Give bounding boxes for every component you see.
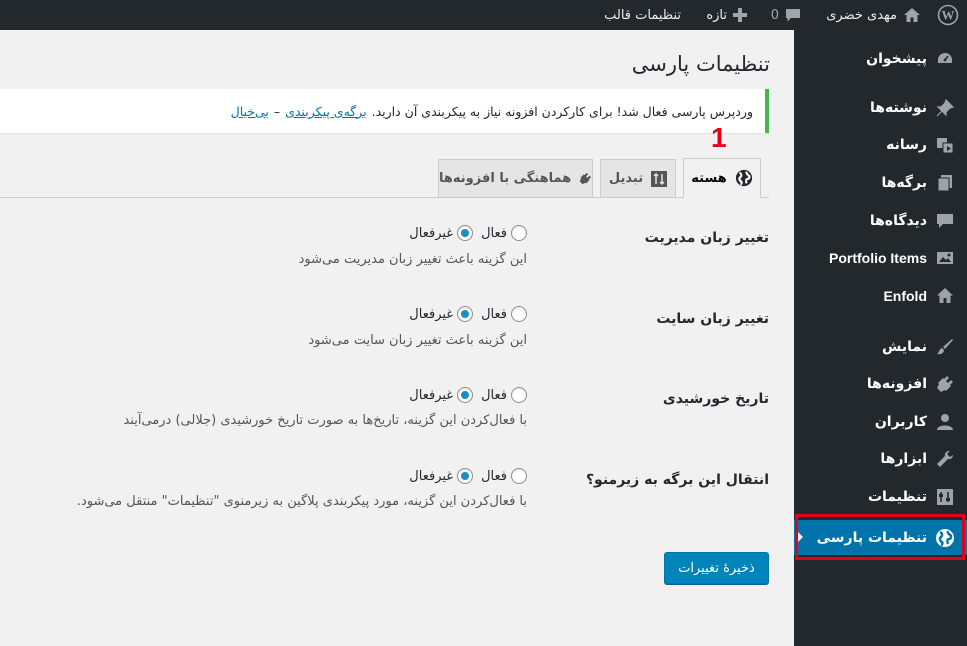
sidebar-item-label: برگه‌ها bbox=[881, 175, 927, 191]
globe-icon bbox=[735, 169, 752, 187]
plus-icon bbox=[733, 8, 747, 22]
sidebar-item-label: Portfolio Items bbox=[828, 250, 927, 266]
sidebar-item-pages[interactable]: برگه‌ها bbox=[794, 166, 967, 200]
svg-text:W: W bbox=[942, 8, 955, 23]
sidebar-item-label: Enfold bbox=[883, 288, 927, 304]
radio-off-label: غیرفعال bbox=[409, 306, 454, 322]
tab-convert[interactable]: تبدیل bbox=[600, 159, 676, 198]
notice-separator: – bbox=[273, 103, 281, 119]
sidebar-item-tools[interactable]: ابزارها bbox=[794, 442, 967, 476]
setting-label: تغییر زبان سایت bbox=[656, 311, 769, 327]
radio-on-label: فعال bbox=[481, 468, 507, 484]
setting-description: با فعال‌کردن این گزینه، مورد پیکربندی پل… bbox=[76, 494, 527, 509]
radio-off[interactable] bbox=[457, 387, 474, 403]
wordpress-icon: W bbox=[937, 4, 959, 26]
radio-on-label: فعال bbox=[481, 387, 507, 403]
dashboard-icon bbox=[935, 49, 955, 69]
radio-off-label: غیرفعال bbox=[409, 468, 454, 484]
sidebar-item-appearance[interactable]: نمایش bbox=[794, 330, 967, 364]
radio-group: فعال غیرفعال bbox=[393, 385, 527, 405]
radio-off[interactable] bbox=[457, 306, 474, 322]
notice-text: وردپرس پارسی فعال شد! برای کارکردن افزون… bbox=[371, 103, 753, 119]
comment-icon bbox=[786, 8, 800, 21]
sidebar-item-label: پیشخوان bbox=[866, 51, 927, 67]
radio-on[interactable] bbox=[511, 468, 527, 484]
radio-group: فعال غیرفعال bbox=[393, 223, 527, 243]
site-name-link[interactable]: مهدی خضری bbox=[826, 0, 921, 30]
setting-description: با فعال‌کردن این گزینه، تاریخ‌ها به صورت… bbox=[123, 413, 527, 428]
sidebar-item-label: افزونه‌ها bbox=[866, 376, 927, 392]
sidebar-item-posts[interactable]: نوشته‌ها bbox=[794, 91, 967, 125]
portfolio-icon bbox=[935, 248, 955, 268]
radio-group: فعال غیرفعال bbox=[393, 304, 527, 324]
setting-label: تغییر زبان مدیریت bbox=[644, 230, 769, 246]
home-icon bbox=[935, 286, 955, 306]
tab-label: هماهنگی با افزونه‌ها bbox=[439, 171, 572, 186]
wrench-icon bbox=[935, 449, 955, 469]
radio-off-label: غیرفعال bbox=[409, 225, 454, 241]
radio-off[interactable] bbox=[457, 468, 474, 484]
convert-icon bbox=[651, 170, 668, 187]
setting-description: این گزینه باعث تغییر زبان مدیریت می‌شود bbox=[298, 252, 527, 267]
comments-count: 0 bbox=[770, 7, 779, 23]
admin-bar: W مهدی خضری 0 تازه تنظیمات قالب bbox=[0, 0, 967, 30]
dismiss-link[interactable]: بی‌خیال bbox=[231, 104, 269, 119]
sidebar-item-media[interactable]: رسانه bbox=[794, 128, 967, 162]
users-icon bbox=[935, 412, 955, 432]
comments-icon bbox=[935, 211, 955, 231]
page-title: تنظیمات پارسی bbox=[631, 52, 770, 76]
sidebar-item-settings[interactable]: تنظیمات bbox=[794, 480, 967, 514]
sidebar-item-dashboard[interactable]: پیشخوان bbox=[794, 42, 967, 76]
pin-icon bbox=[935, 98, 955, 118]
sidebar-item-portfolio-items[interactable]: Portfolio Items bbox=[794, 241, 967, 275]
sidebar-item-label: نمایش bbox=[882, 339, 927, 355]
new-label: تازه bbox=[706, 7, 727, 23]
brush-icon bbox=[935, 337, 955, 357]
sidebar-item-label: تنظیمات bbox=[867, 489, 927, 505]
comments-link[interactable]: 0 bbox=[771, 0, 801, 30]
new-content-link[interactable]: تازه bbox=[706, 0, 747, 30]
tab-label: هسته bbox=[691, 170, 727, 186]
sidebar-item-label: دیدگاه‌ها bbox=[869, 213, 927, 229]
theme-settings-label: تنظیمات قالب bbox=[604, 7, 681, 23]
tab-plugin-compat[interactable]: هماهنگی با افزونه‌ها bbox=[438, 159, 593, 198]
radio-group: فعال غیرفعال bbox=[393, 466, 527, 486]
config-page-link[interactable]: برگه‌ی پیکربندی bbox=[285, 104, 366, 119]
sidebar-item-label: رسانه bbox=[886, 137, 927, 153]
tab-core[interactable]: هسته bbox=[683, 158, 761, 198]
sidebar-item-plugins[interactable]: افزونه‌ها bbox=[794, 367, 967, 401]
sidebar-item-enfold[interactable]: Enfold bbox=[794, 279, 967, 313]
sidebar-item-comments[interactable]: دیدگاه‌ها bbox=[794, 204, 967, 238]
radio-on[interactable] bbox=[511, 306, 527, 322]
settings-icon bbox=[935, 487, 955, 507]
setting-description: این گزینه باعث تغییر زبان سایت می‌شود bbox=[308, 333, 527, 348]
pages-icon bbox=[935, 173, 955, 193]
sidebar-item-users[interactable]: کاربران bbox=[794, 405, 967, 439]
radio-on-label: فعال bbox=[481, 225, 507, 241]
radio-on[interactable] bbox=[511, 387, 527, 403]
wordpress-logo[interactable]: W bbox=[937, 0, 959, 30]
save-changes-button[interactable]: ذخیرهٔ تغییرات bbox=[664, 552, 769, 584]
sidebar-item-label: ابزارها bbox=[880, 451, 927, 467]
radio-off[interactable] bbox=[457, 225, 474, 241]
sidebar-item-label: کاربران bbox=[874, 414, 927, 430]
home-icon bbox=[904, 8, 920, 22]
activation-notice: وردپرس پارسی فعال شد! برای کارکردن افزون… bbox=[0, 89, 769, 133]
radio-off-label: غیرفعال bbox=[409, 387, 454, 403]
media-icon bbox=[935, 135, 955, 155]
user-name: مهدی خضری bbox=[826, 7, 897, 23]
setting-label: انتقال این برگه به زیرمنو؟ bbox=[585, 472, 769, 488]
highlight-box bbox=[795, 514, 965, 560]
plugin-icon bbox=[935, 374, 955, 394]
tab-label: تبدیل bbox=[608, 171, 644, 186]
sidebar-item-label: نوشته‌ها bbox=[870, 100, 927, 116]
radio-on[interactable] bbox=[511, 225, 527, 241]
setting-label: تاریخ خورشیدی bbox=[662, 391, 769, 407]
radio-on-label: فعال bbox=[481, 306, 507, 322]
theme-settings-link[interactable]: تنظیمات قالب bbox=[604, 0, 681, 30]
step-number: 1 bbox=[711, 122, 727, 153]
plugin-icon bbox=[579, 172, 592, 185]
